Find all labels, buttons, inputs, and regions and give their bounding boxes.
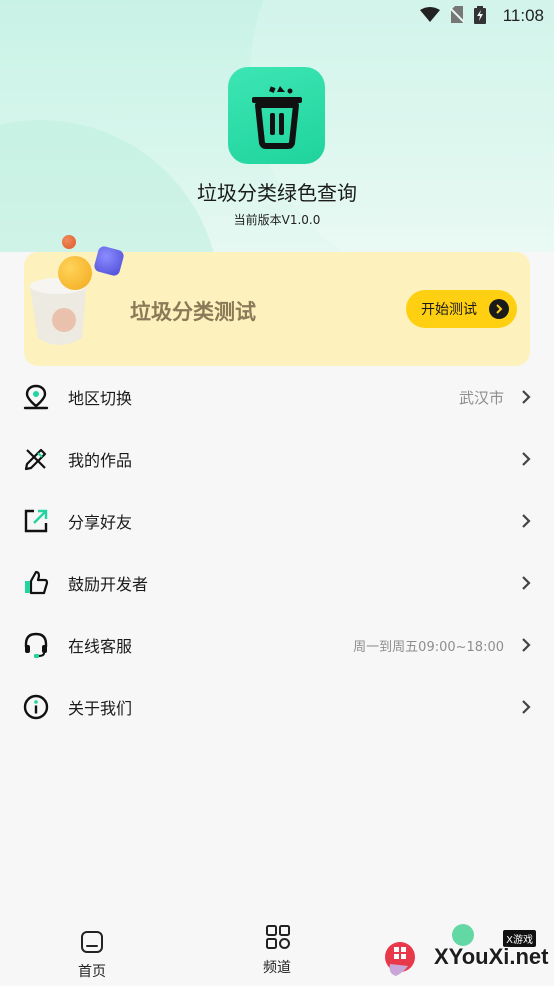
tab-channel[interactable]: 频道: [217, 916, 337, 986]
menu-label: 分享好友: [68, 513, 133, 532]
chevron-right-icon: [522, 390, 531, 404]
chevron-right-icon: [522, 700, 531, 714]
app-logo: [228, 67, 325, 164]
arrow-right-icon: [489, 299, 509, 319]
quiz-card-title: 垃圾分类测试: [130, 300, 256, 324]
tab-label: 首页: [78, 964, 106, 980]
menu-item-customer-service[interactable]: 在线客服 周一到周五09:00~18:00: [0, 614, 554, 676]
settings-menu: 地区切换 武汉市 我的作品 分享好友 鼓励开发者 在线客服 周一到周五09:00…: [0, 366, 554, 738]
grid-icon: [266, 925, 290, 949]
chevron-right-icon: [522, 514, 531, 528]
trash-bin-icon: [251, 85, 302, 149]
battery-icon: [474, 6, 486, 24]
site-watermark: X游戏 XYouXi.net: [384, 924, 550, 984]
share-icon: [24, 509, 48, 533]
thumbs-up-icon: [25, 570, 49, 595]
tab-label: 频道: [263, 960, 291, 976]
menu-label: 关于我们: [68, 699, 133, 718]
chevron-right-icon: [522, 452, 531, 466]
headset-icon: [24, 632, 48, 658]
start-quiz-button[interactable]: 开始测试: [406, 290, 517, 328]
app-name: 垃圾分类绿色查询: [197, 181, 357, 205]
status-bar: 11:08: [0, 0, 554, 34]
menu-item-region[interactable]: 地区切换 武汉市: [0, 366, 554, 428]
menu-item-encourage[interactable]: 鼓励开发者: [0, 552, 554, 614]
menu-label: 在线客服: [68, 637, 133, 656]
menu-label: 鼓励开发者: [68, 575, 149, 594]
menu-label: 地区切换: [68, 389, 133, 408]
wifi-icon: [420, 7, 440, 22]
start-quiz-label: 开始测试: [421, 302, 477, 318]
menu-item-my-works[interactable]: 我的作品: [0, 428, 554, 490]
info-icon: [23, 694, 49, 720]
tab-home[interactable]: 首页: [32, 916, 152, 986]
chevron-right-icon: [522, 638, 531, 652]
watermark-text: XYouXi.net: [434, 944, 549, 969]
no-sim-icon: [450, 6, 464, 23]
orange-ball-decoration: [62, 235, 76, 249]
location-pin-icon: [23, 384, 49, 410]
app-version: 当前版本V1.0.0: [233, 213, 321, 227]
home-icon: [81, 931, 103, 953]
yellow-ball-decoration: [58, 256, 92, 290]
menu-item-about[interactable]: 关于我们: [0, 676, 554, 738]
pencil-ruler-icon: [24, 448, 47, 471]
chevron-right-icon: [522, 576, 531, 590]
status-icons: [420, 6, 486, 24]
current-region: 武汉市: [458, 388, 504, 407]
menu-label: 我的作品: [68, 451, 133, 470]
service-hours: 周一到周五09:00~18:00: [353, 639, 504, 655]
gamepad-logo-icon: [385, 942, 415, 976]
status-time: 11:08: [502, 6, 544, 25]
menu-item-share[interactable]: 分享好友: [0, 490, 554, 552]
